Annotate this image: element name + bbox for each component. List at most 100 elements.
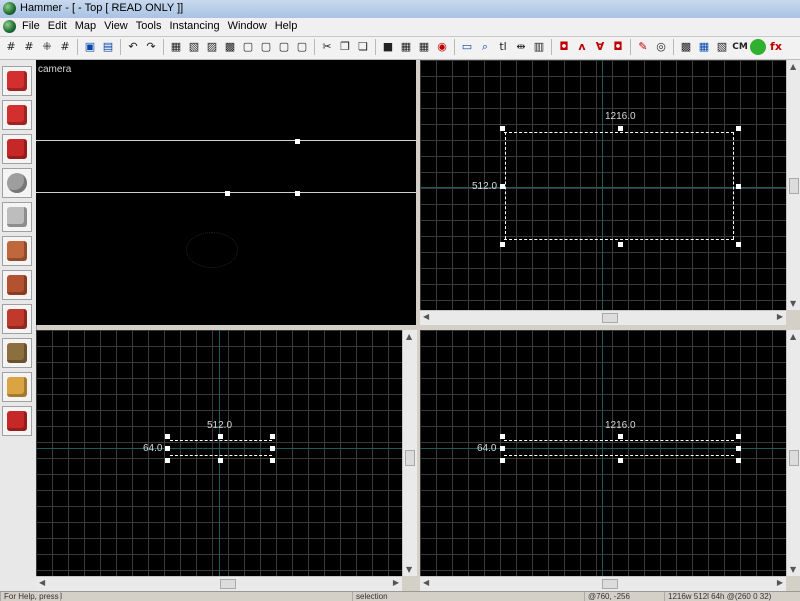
selection-handle[interactable] <box>270 446 275 451</box>
menu-map[interactable]: Map <box>71 20 100 32</box>
checker-icon[interactable]: ▦ <box>696 39 712 55</box>
fx-icon[interactable]: fx <box>768 39 784 55</box>
menu-file[interactable]: File <box>18 20 44 32</box>
menu-tools[interactable]: Tools <box>132 20 166 32</box>
texture-application-button[interactable] <box>2 236 32 266</box>
menu-help[interactable]: Help <box>271 20 302 32</box>
texture-lock-icon[interactable]: ▨ <box>204 39 220 55</box>
visgroup-icon[interactable]: ◘ <box>610 39 626 55</box>
grid-3d-icon[interactable]: # <box>21 39 37 55</box>
selection-handle[interactable] <box>618 434 623 439</box>
scroll-thumb[interactable] <box>602 313 618 323</box>
undo-icon[interactable]: ↶ <box>125 39 141 55</box>
texture-tl-icon[interactable]: tl <box>495 39 511 55</box>
hammer-app-icon[interactable] <box>3 2 16 15</box>
hide-icon[interactable]: ʌ <box>574 39 590 55</box>
apply-texture-button[interactable] <box>2 270 32 300</box>
selection-handle[interactable] <box>736 446 741 451</box>
cube-flat-icon[interactable]: ▢ <box>294 39 310 55</box>
selection-handle[interactable] <box>165 458 170 463</box>
cube-outline-icon[interactable]: ▢ <box>258 39 274 55</box>
top-2d-viewport[interactable]: 1216.0 512.0 <box>420 60 786 310</box>
entity-icon[interactable]: ◎ <box>653 39 669 55</box>
selection-handle[interactable] <box>500 434 505 439</box>
selection-overlay-icon[interactable]: ▦ <box>416 39 432 55</box>
selection-handle[interactable] <box>736 434 741 439</box>
camera-viewport[interactable]: camera <box>36 60 416 325</box>
scroll-down-icon[interactable]: ▼ <box>790 299 796 308</box>
camera-tool-button[interactable] <box>2 134 32 164</box>
scroll-right-icon[interactable]: ▶ <box>777 578 783 587</box>
selection-handle[interactable] <box>165 446 170 451</box>
selection-handle[interactable] <box>618 126 623 131</box>
carve-icon[interactable]: ▦ <box>168 39 184 55</box>
scroll-up-icon[interactable]: ▲ <box>790 62 796 71</box>
selection-handle[interactable] <box>270 434 275 439</box>
front-viewport-hscrollbar[interactable]: ◀ ▶ <box>36 576 402 591</box>
grid-dots-icon[interactable]: ⁜ <box>39 39 55 55</box>
entity-tool-button[interactable] <box>2 168 32 198</box>
scroll-left-icon[interactable]: ◀ <box>423 578 429 587</box>
selection-handle[interactable] <box>165 434 170 439</box>
selection-handle[interactable] <box>500 458 505 463</box>
dotted-box-icon[interactable]: ▦ <box>398 39 414 55</box>
front-2d-viewport[interactable]: 512.0 64.0 <box>36 330 402 576</box>
menu-instancing[interactable]: Instancing <box>165 20 223 32</box>
selection-handle[interactable] <box>500 126 505 131</box>
cordon-icon[interactable]: ▥ <box>531 39 547 55</box>
side-viewport-hscrollbar[interactable]: ◀ ▶ <box>420 576 786 591</box>
select-icon[interactable]: ▭ <box>459 39 475 55</box>
scroll-down-icon[interactable]: ▼ <box>790 565 796 574</box>
magnify-icon[interactable]: ⌕ <box>477 39 493 55</box>
scroll-left-icon[interactable]: ◀ <box>39 578 45 587</box>
block-tool-button[interactable] <box>2 202 32 232</box>
cm-text-icon[interactable]: CM <box>732 39 748 55</box>
selection-handle[interactable] <box>500 184 505 189</box>
selection-handle[interactable] <box>736 184 741 189</box>
scroll-up-icon[interactable]: ▲ <box>790 332 796 341</box>
top-viewport-vscrollbar[interactable]: ▲ ▼ <box>786 60 800 310</box>
scroll-right-icon[interactable]: ▶ <box>777 312 783 321</box>
selection-handle[interactable] <box>500 242 505 247</box>
make-hollow-icon[interactable]: ▩ <box>222 39 238 55</box>
magnify-tool-button[interactable] <box>2 100 32 130</box>
vertex-tool-button[interactable] <box>2 406 32 436</box>
redo-icon[interactable]: ↷ <box>143 39 159 55</box>
side-viewport-vscrollbar[interactable]: ▲ ▼ <box>786 330 800 576</box>
scroll-left-icon[interactable]: ◀ <box>423 312 429 321</box>
scroll-thumb[interactable] <box>602 579 618 589</box>
camera-handle[interactable] <box>295 191 300 196</box>
selection-handle[interactable] <box>500 446 505 451</box>
selection-handle[interactable] <box>736 126 741 131</box>
overlay-button[interactable] <box>2 338 32 368</box>
grid-add-icon[interactable]: # <box>57 39 73 55</box>
selection-handle[interactable] <box>618 242 623 247</box>
scroll-down-icon[interactable]: ▼ <box>406 565 412 574</box>
box-icon[interactable]: ■ <box>380 39 396 55</box>
selection-handle[interactable] <box>218 434 223 439</box>
selection-handle[interactable] <box>218 458 223 463</box>
side-2d-viewport[interactable]: 1216.0 64.0 <box>420 330 786 576</box>
camera-handle[interactable] <box>295 139 300 144</box>
menu-edit[interactable]: Edit <box>44 20 71 32</box>
copy-icon[interactable]: ❐ <box>337 39 353 55</box>
menu-view[interactable]: View <box>100 20 132 32</box>
scroll-thumb[interactable] <box>405 450 415 466</box>
group-icon[interactable]: ▣ <box>82 39 98 55</box>
run-map-icon[interactable]: ◉ <box>434 39 450 55</box>
selection-handle[interactable] <box>736 242 741 247</box>
red-x-icon[interactable]: ◘ <box>556 39 572 55</box>
show-icon[interactable]: ∀ <box>592 39 608 55</box>
selection-tool-button[interactable] <box>2 66 32 96</box>
selection-handle[interactable] <box>736 458 741 463</box>
selection-handle[interactable] <box>618 458 623 463</box>
cubes-icon[interactable]: ▧ <box>714 39 730 55</box>
cube-icon[interactable]: ▢ <box>240 39 256 55</box>
document-icon[interactable] <box>3 20 16 33</box>
scroll-thumb[interactable] <box>220 579 236 589</box>
cut-icon[interactable]: ✂ <box>319 39 335 55</box>
align-icon[interactable]: ⇹ <box>513 39 529 55</box>
vertex-icon[interactable]: ✎ <box>635 39 651 55</box>
scroll-right-icon[interactable]: ▶ <box>393 578 399 587</box>
ungroup-icon[interactable]: ▤ <box>100 39 116 55</box>
